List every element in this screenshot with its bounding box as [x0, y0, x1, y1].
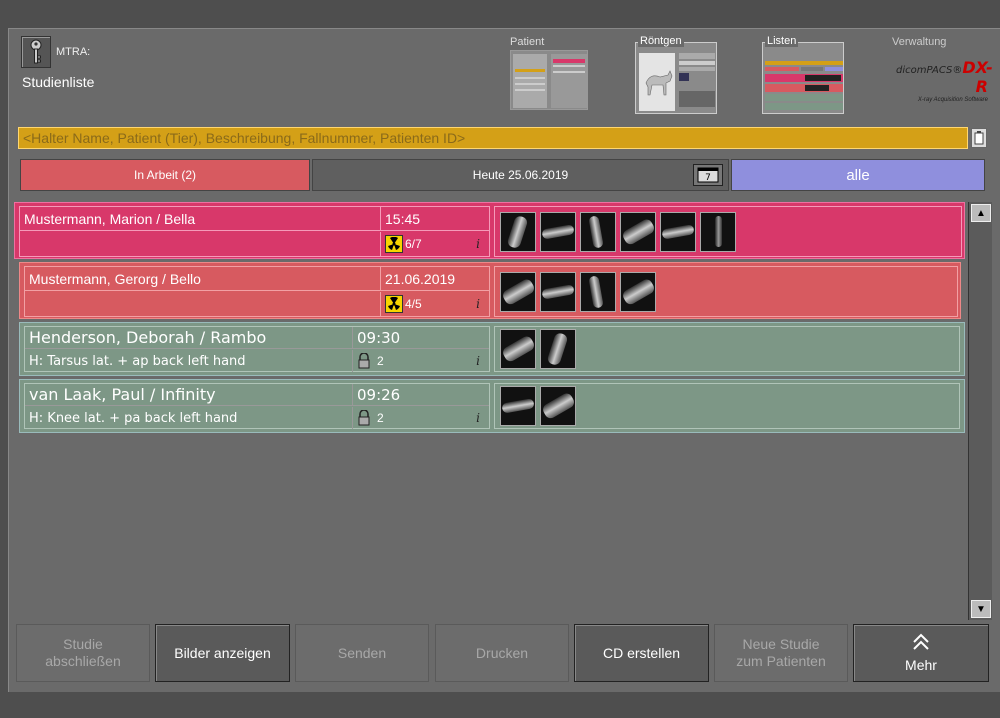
xray-thumbnail[interactable]: [500, 271, 536, 312]
triangle-down-icon: ▼: [976, 603, 986, 615]
radiation-icon: [385, 235, 403, 253]
filter-alle[interactable]: alle: [731, 159, 985, 191]
radiation-icon: [385, 295, 403, 313]
study-description: [25, 292, 381, 316]
logo-brand: dicomPACS®: [896, 65, 963, 76]
thumbnail-strip: [494, 383, 960, 429]
drucken-button[interactable]: Drucken: [435, 624, 569, 682]
study-info: van Laak, Paul / Infinity 09:26 H: Knee …: [24, 383, 490, 429]
study-status: 6/7: [381, 232, 422, 256]
button-label-line1: Studie: [63, 636, 103, 652]
study-info: Henderson, Deborah / Rambo 09:30 H: Tars…: [24, 326, 490, 372]
button-label-line2: zum Patienten: [736, 653, 826, 669]
xray-thumbnail[interactable]: [540, 271, 576, 312]
thumbnail-strip: [494, 266, 958, 317]
filter-in-arbeit[interactable]: In Arbeit (2): [20, 159, 310, 191]
button-label-line1: Neue Studie: [742, 636, 820, 652]
mehr-label: Mehr: [905, 656, 937, 673]
nav-listen-preview: [762, 42, 844, 114]
list-scrollbar[interactable]: ▲ ▼: [968, 202, 992, 620]
triangle-up-icon: ▲: [976, 207, 986, 219]
study-time: 09:30: [353, 327, 489, 349]
senden-button[interactable]: Senden: [295, 624, 429, 682]
study-time: 21.06.2019: [381, 267, 489, 291]
nav-patient-label: Patient: [510, 36, 545, 48]
double-chevron-up-icon: [913, 633, 929, 650]
cd-erstellen-button[interactable]: CD erstellen: [574, 624, 709, 682]
scroll-down-button[interactable]: ▼: [971, 600, 991, 618]
info-icon[interactable]: i: [471, 353, 485, 369]
clear-search-button[interactable]: [971, 128, 987, 148]
xray-thumbnail[interactable]: [540, 386, 576, 426]
filter-heute[interactable]: Heute 25.06.2019 7: [312, 159, 729, 191]
info-icon[interactable]: i: [471, 236, 485, 252]
xray-thumbnail[interactable]: [500, 329, 536, 369]
user-key-button[interactable]: [21, 36, 51, 68]
document-icon: [974, 131, 984, 145]
study-row[interactable]: Henderson, Deborah / Rambo 09:30 H: Tars…: [19, 322, 965, 376]
nav-listen-label: Listen: [765, 35, 799, 47]
xray-thumbnail[interactable]: [580, 271, 616, 312]
nav-verwaltung[interactable]: Verwaltung: [892, 36, 946, 48]
xray-thumbnail[interactable]: [500, 211, 536, 252]
study-list: Mustermann, Marion / Bella 15:45 6/7 i M…: [12, 200, 966, 620]
study-name: Mustermann, Gerorg / Bello: [25, 267, 381, 291]
xray-thumbnail[interactable]: [540, 329, 576, 369]
study-description: H: Knee lat. + pa back left hand: [25, 407, 353, 429]
button-label-line2: abschließen: [45, 653, 121, 669]
xray-thumbnail[interactable]: [660, 211, 696, 252]
nav-roentgen-preview: [635, 42, 717, 114]
study-row[interactable]: van Laak, Paul / Infinity 09:26 H: Knee …: [19, 379, 965, 433]
lock-icon: [358, 353, 370, 369]
info-icon[interactable]: i: [471, 296, 485, 312]
study-status: 2: [353, 350, 384, 372]
study-info: Mustermann, Gerorg / Bello 21.06.2019 4/…: [24, 266, 490, 317]
nav-roentgen-label: Röntgen: [638, 35, 684, 47]
logo-tagline: X-ray Acquisition Software: [917, 97, 988, 103]
study-description: [20, 232, 381, 256]
product-logo: dicomPACS®DX-R X-ray Acquisition Softwar…: [896, 58, 993, 103]
study-row[interactable]: Mustermann, Marion / Bella 15:45 6/7 i: [14, 202, 965, 259]
xray-thumbnail[interactable]: [500, 386, 536, 426]
study-time: 15:45: [381, 207, 489, 231]
status-count: 2: [377, 354, 384, 368]
study-status: 4/5: [381, 292, 422, 316]
status-count: 2: [377, 411, 384, 425]
xray-thumbnail[interactable]: [620, 211, 656, 252]
study-description: H: Tarsus lat. + ap back left hand: [25, 350, 353, 372]
key-icon: [30, 39, 42, 64]
thumbnail-strip: [494, 326, 960, 372]
studie-abschliessen-button[interactable]: Studie abschließen: [16, 624, 150, 682]
study-info: Mustermann, Marion / Bella 15:45 6/7 i: [19, 206, 490, 257]
thumbnail-strip: [494, 206, 962, 257]
nav-patient-preview: [510, 50, 588, 110]
xray-thumbnail[interactable]: [580, 211, 616, 252]
study-name: van Laak, Paul / Infinity: [25, 384, 353, 406]
svg-text:7: 7: [705, 173, 711, 183]
calendar-icon: 7: [697, 167, 719, 183]
xray-thumbnail[interactable]: [540, 211, 576, 252]
user-label: MTRA:: [56, 46, 91, 58]
calendar-button[interactable]: 7: [693, 164, 723, 186]
lock-icon: [358, 410, 370, 426]
xray-thumbnail[interactable]: [700, 211, 736, 252]
study-row[interactable]: Mustermann, Gerorg / Bello 21.06.2019 4/…: [19, 262, 961, 319]
search-bar: [18, 127, 968, 149]
status-count: 6/7: [405, 237, 422, 251]
mehr-button[interactable]: Mehr: [853, 624, 989, 682]
xray-thumbnail[interactable]: [620, 271, 656, 312]
study-status: 2: [353, 407, 384, 429]
search-input[interactable]: [19, 128, 967, 148]
page-title: Studienliste: [22, 74, 95, 90]
bilder-anzeigen-button[interactable]: Bilder anzeigen: [155, 624, 290, 682]
neue-studie-button[interactable]: Neue Studie zum Patienten: [714, 624, 848, 682]
study-time: 09:26: [353, 384, 489, 406]
study-name: Henderson, Deborah / Rambo: [25, 327, 353, 349]
filter-heute-label: Heute 25.06.2019: [472, 168, 569, 182]
study-name: Mustermann, Marion / Bella: [20, 207, 381, 231]
status-count: 4/5: [405, 297, 422, 311]
info-icon[interactable]: i: [471, 410, 485, 426]
scroll-up-button[interactable]: ▲: [971, 204, 991, 222]
